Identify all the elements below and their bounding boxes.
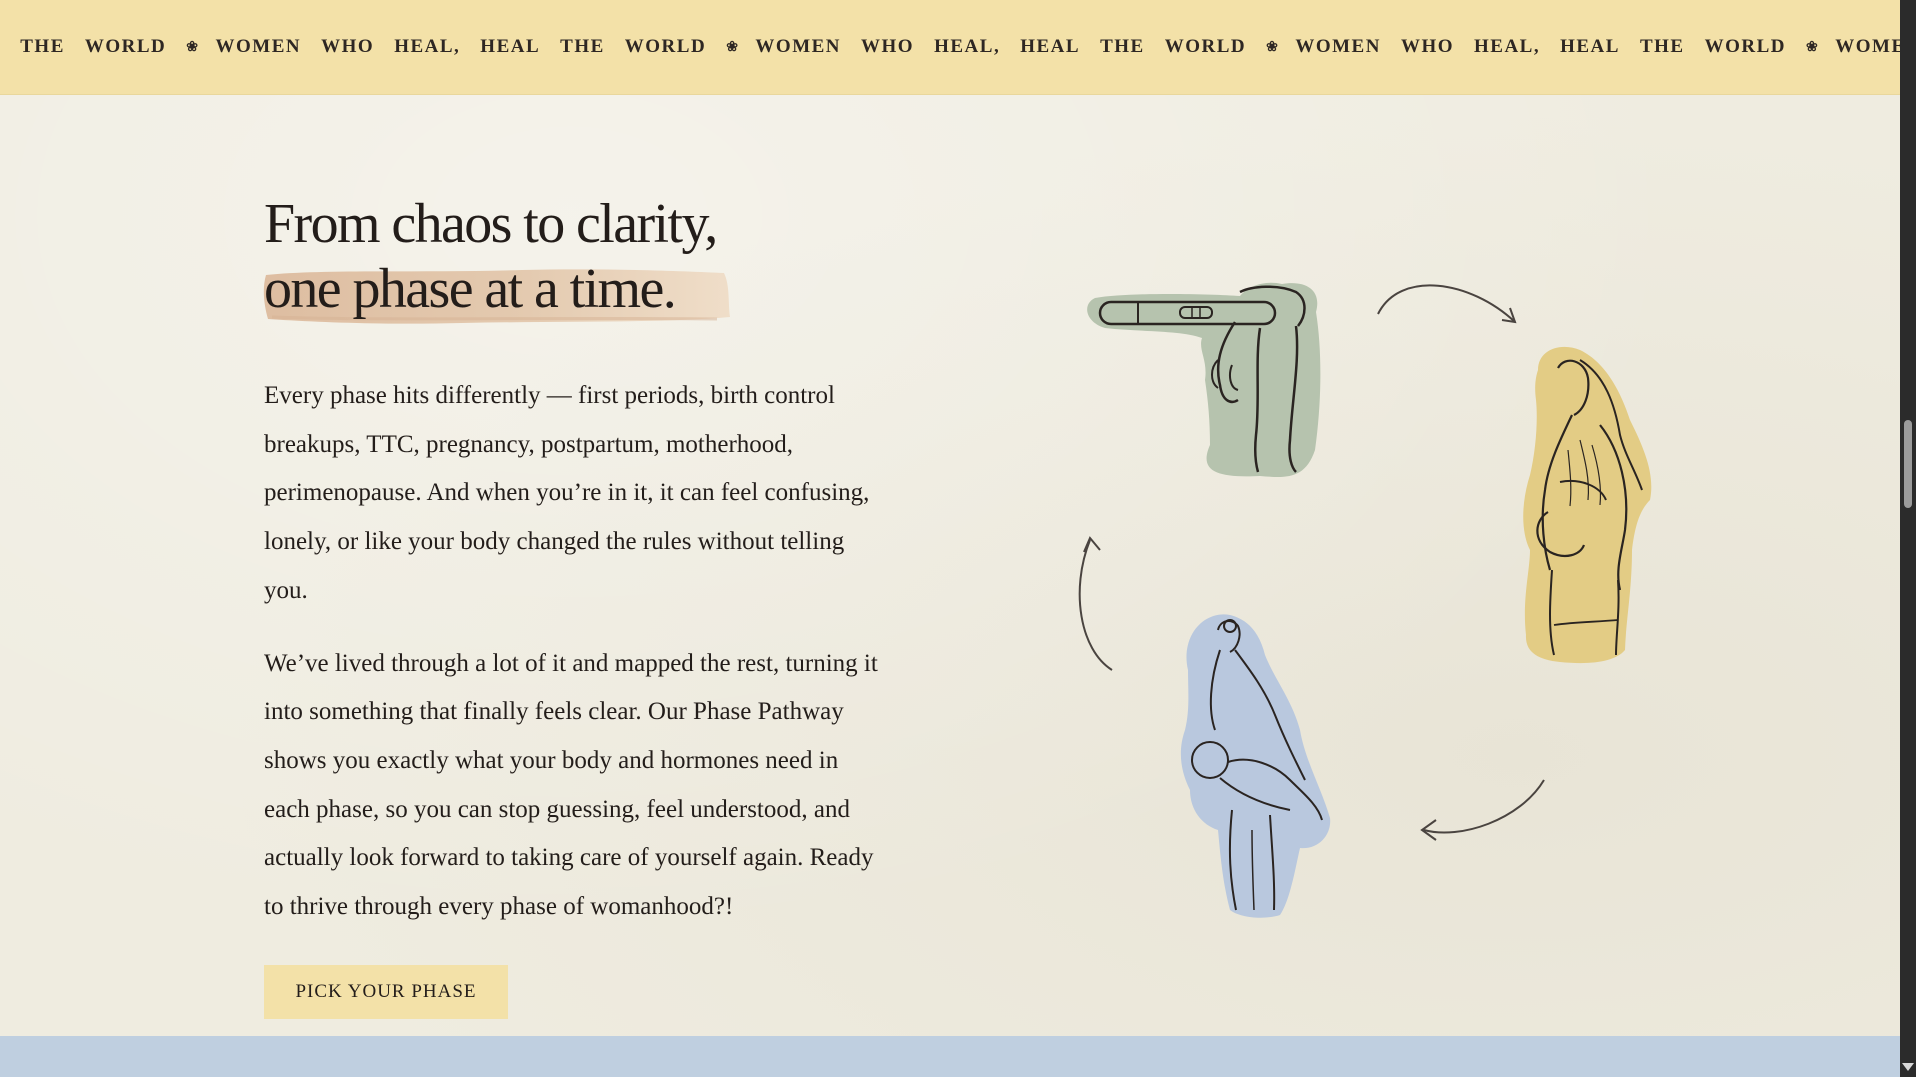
marquee-word: HEAL (1560, 36, 1620, 57)
arrow-left-icon (1078, 539, 1113, 671)
hero-body: Every phase hits differently — first per… (264, 372, 884, 956)
marquee-word: WHO (1400, 36, 1454, 57)
marquee-word: THE (560, 36, 605, 57)
headline-line-1: From chaos to clarity, (264, 193, 718, 255)
marquee-track: .THEWORLD❀WOMENWHOHEAL,HEALTHEWORLD❀WOME… (0, 0, 1900, 94)
pregnancy-test-hand-illustration (1087, 282, 1321, 477)
hero-paragraph-2: We’ve lived through a lot of it and mapp… (264, 649, 878, 921)
marquee-word: WHO (321, 36, 375, 57)
marquee-word: WOMEN (215, 36, 302, 57)
flower-separator-icon: ❀ (1266, 39, 1280, 55)
marquee-word: HEAL (1020, 36, 1081, 57)
marquee-word: WOMEN (1835, 36, 1900, 57)
hero-headline: From chaos to clarity, one phase at a ti… (263, 192, 730, 324)
marquee-word: HEAL, (394, 36, 461, 57)
marquee-word: WORLD (1164, 36, 1247, 57)
pregnant-woman-illustration (1523, 346, 1652, 664)
marquee-word: WORLD (1704, 36, 1786, 57)
marquee-word: HEAL, (934, 36, 1001, 57)
flower-separator-icon: ❀ (186, 39, 200, 55)
phase-illustrations (1060, 250, 1680, 950)
hero-paragraph-1: Every phase hits differently — first per… (264, 382, 870, 604)
pick-your-phase-button[interactable]: PICK YOUR PHASE (264, 965, 508, 1019)
marquee-word: THE (20, 36, 65, 57)
headline-line-2-text: one phase at a time. (264, 258, 677, 320)
flower-separator-icon: ❀ (1806, 39, 1820, 55)
marquee-banner: .THEWORLD❀WOMENWHOHEAL,HEALTHEWORLD❀WOME… (0, 0, 1900, 95)
flower-separator-icon: ❀ (726, 39, 740, 55)
marquee-word: WORLD (84, 36, 167, 57)
marquee-word: THE (1100, 36, 1145, 57)
vertical-scrollbar[interactable] (1900, 0, 1916, 1077)
scroll-down-arrow-icon[interactable] (1902, 1063, 1914, 1071)
marquee-word: WOMEN (1295, 36, 1381, 57)
scrollbar-thumb[interactable] (1904, 420, 1912, 508)
marquee-word: THE (1639, 36, 1685, 57)
phase-cycle-svg (1078, 282, 1652, 918)
arrow-top-icon (1377, 284, 1516, 323)
marquee-word: WORLD (624, 36, 707, 57)
headline-line-2: one phase at a time. (263, 257, 730, 324)
marquee-word: HEAL, (1474, 36, 1541, 57)
marquee-word: WOMEN (755, 36, 842, 57)
marquee-word: WHO (861, 36, 915, 57)
arrow-bottom-icon (1423, 779, 1545, 834)
next-section-strip (0, 1036, 1900, 1077)
marquee-word: HEAL (480, 36, 541, 57)
mother-holding-baby-illustration (1180, 614, 1331, 918)
